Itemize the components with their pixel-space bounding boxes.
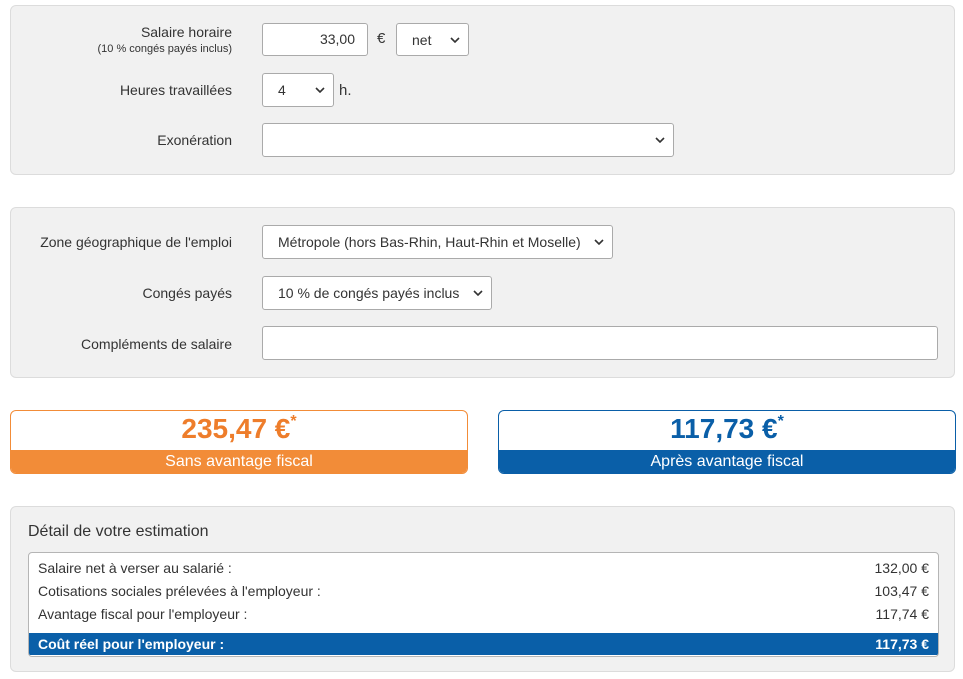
zone-select[interactable]: Métropole (hors Bas-Rhin, Haut-Rhin et M… xyxy=(262,225,613,259)
supplements-input[interactable] xyxy=(262,326,938,360)
hourly-wage-input[interactable]: 33,00 xyxy=(262,23,368,56)
detail-row: Cotisations sociales prélevées à l'emplo… xyxy=(29,579,938,602)
zone-selected: Métropole (hors Bas-Rhin, Haut-Rhin et M… xyxy=(278,234,581,250)
hourly-wage-label: Salaire horaire (10 % congés payés inclu… xyxy=(97,24,232,55)
paid-leave-select[interactable]: 10 % de congés payés inclus xyxy=(262,276,492,310)
detail-row: Salaire net à verser au salarié : 132,00… xyxy=(29,556,938,579)
wage-type-select[interactable]: net xyxy=(396,23,469,56)
exoneration-label: Exonération xyxy=(157,132,232,148)
currency-symbol: € xyxy=(377,30,386,47)
amount-without-tax-benefit: 235,47 €* xyxy=(11,413,467,445)
employment-form-panel: Zone géographique de l'emploi Métropole … xyxy=(10,207,955,378)
detail-total-row: Coût réel pour l'employeur : 117,73 € xyxy=(29,633,938,655)
result-without-tax-benefit: 235,47 €* Sans avantage fiscal xyxy=(10,410,468,474)
chevron-down-icon xyxy=(315,87,325,93)
result-with-tax-benefit: 117,73 €* Après avantage fiscal xyxy=(498,410,956,474)
detail-title: Détail de votre estimation xyxy=(28,523,209,540)
hours-label: Heures travaillées xyxy=(119,82,232,98)
paid-leave-label: Congés payés xyxy=(142,285,232,301)
detail-row-value: 132,00 € xyxy=(874,559,930,576)
chevron-down-icon xyxy=(473,290,483,296)
hours-unit: h. xyxy=(339,82,352,99)
detail-total-value: 117,73 € xyxy=(875,636,929,652)
detail-row-value: 117,74 € xyxy=(875,605,929,622)
chevron-down-icon xyxy=(450,36,460,43)
amount-without-mark: * xyxy=(290,412,297,430)
detail-row: Avantage fiscal pour l'employeur : 117,7… xyxy=(29,602,938,625)
exoneration-select[interactable] xyxy=(262,123,674,157)
hours-selected: 4 xyxy=(278,82,286,98)
amount-with-value: 117,73 € xyxy=(670,413,778,444)
detail-row-label: Salaire net à verser au salarié : xyxy=(38,559,232,576)
salary-form-panel: Salaire horaire (10 % congés payés inclu… xyxy=(10,5,955,175)
detail-row-label: Avantage fiscal pour l'employeur : xyxy=(38,605,248,622)
wage-type-selected: net xyxy=(412,31,432,48)
detail-row-label: Cotisations sociales prélevées à l'emplo… xyxy=(38,582,321,599)
zone-label: Zone géographique de l'emploi xyxy=(40,234,232,250)
amount-without-value: 235,47 € xyxy=(181,413,291,444)
chevron-down-icon xyxy=(594,239,604,245)
paid-leave-selected: 10 % de congés payés inclus xyxy=(278,285,460,301)
with-tax-benefit-label: Après avantage fiscal xyxy=(499,450,955,473)
hourly-wage-label-text: Salaire horaire xyxy=(140,24,232,40)
detail-total-label: Coût réel pour l'employeur : xyxy=(38,636,225,652)
amount-with-tax-benefit: 117,73 €* xyxy=(499,413,955,445)
hourly-wage-sublabel: (10 % congés payés inclus) xyxy=(97,43,232,55)
without-tax-benefit-label: Sans avantage fiscal xyxy=(11,450,467,473)
amount-with-mark: * xyxy=(777,412,784,430)
supplements-label: Compléments de salaire xyxy=(81,336,232,352)
hours-select[interactable]: 4 xyxy=(262,73,334,107)
chevron-down-icon xyxy=(655,137,665,143)
estimation-detail-panel: Détail de votre estimation Salaire net à… xyxy=(10,506,955,672)
detail-row-value: 103,47 € xyxy=(874,582,930,599)
detail-table: Salaire net à verser au salarié : 132,00… xyxy=(28,552,939,657)
